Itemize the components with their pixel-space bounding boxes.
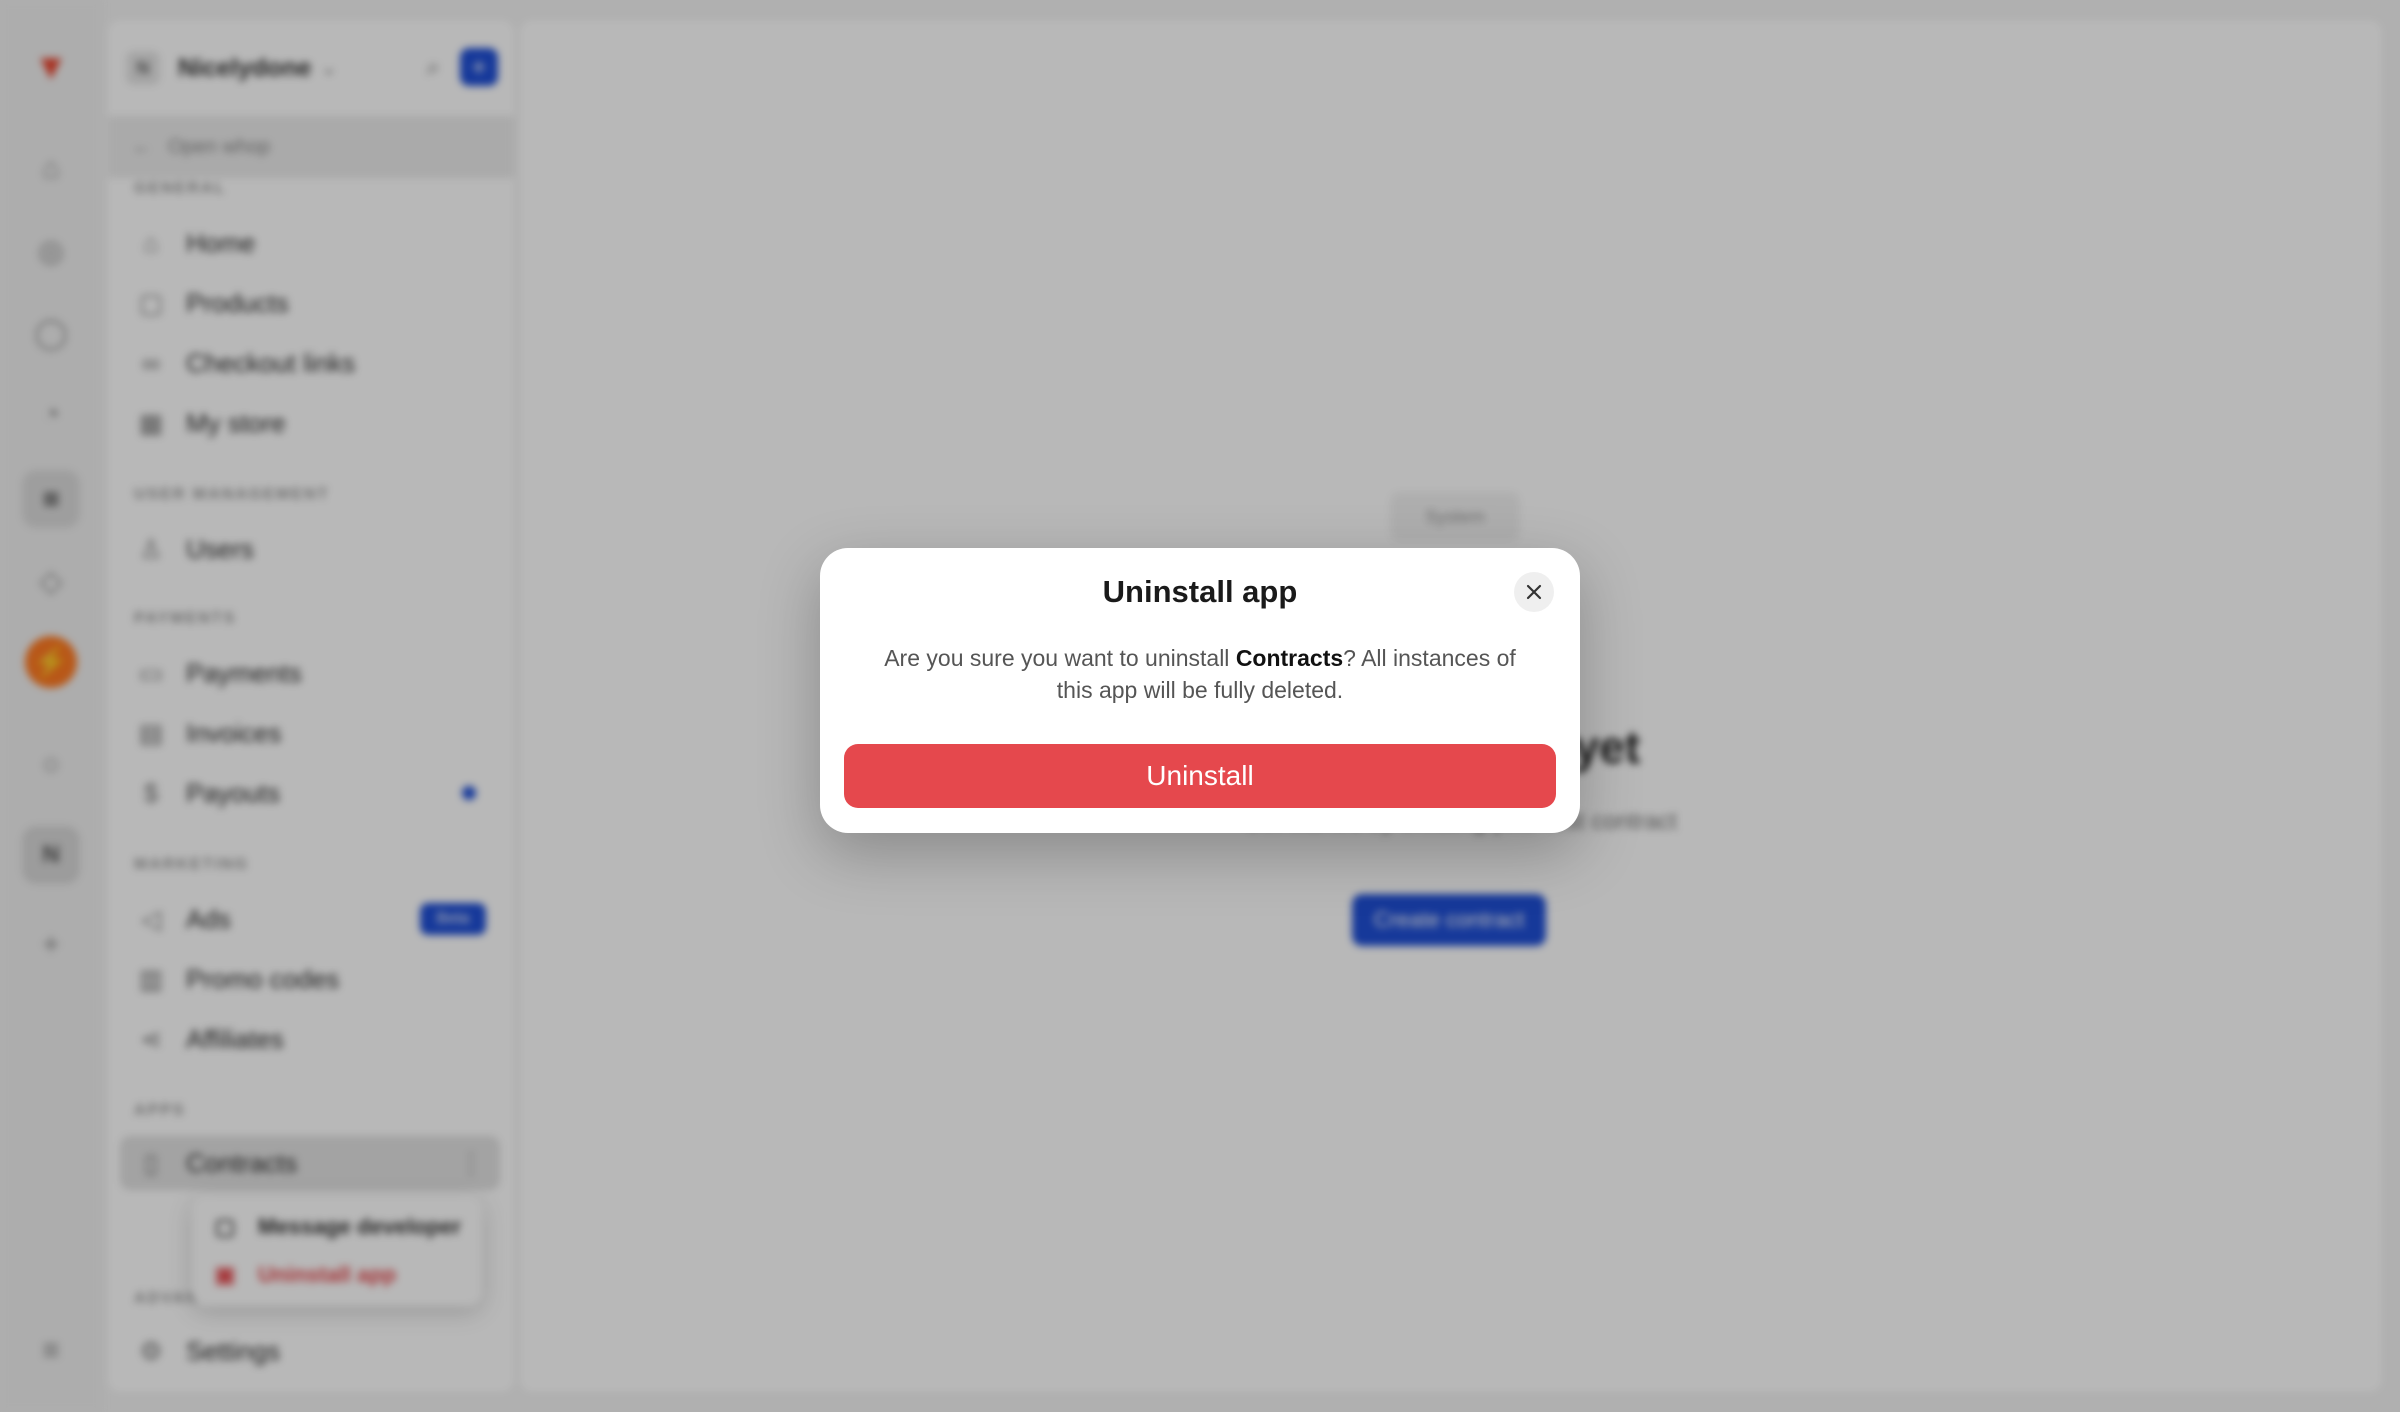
dialog-message: Are you sure you want to uninstall Contr…	[870, 642, 1530, 706]
close-button[interactable]	[1514, 572, 1554, 612]
app-name: Contracts	[1235, 645, 1344, 671]
uninstall-button[interactable]: Uninstall	[844, 744, 1556, 808]
message-prefix: Are you sure you want to uninstall	[884, 645, 1236, 671]
close-icon	[1526, 584, 1542, 600]
dialog-title: Uninstall app	[1102, 574, 1298, 609]
uninstall-dialog: Uninstall app Are you sure you want to u…	[820, 548, 1580, 833]
